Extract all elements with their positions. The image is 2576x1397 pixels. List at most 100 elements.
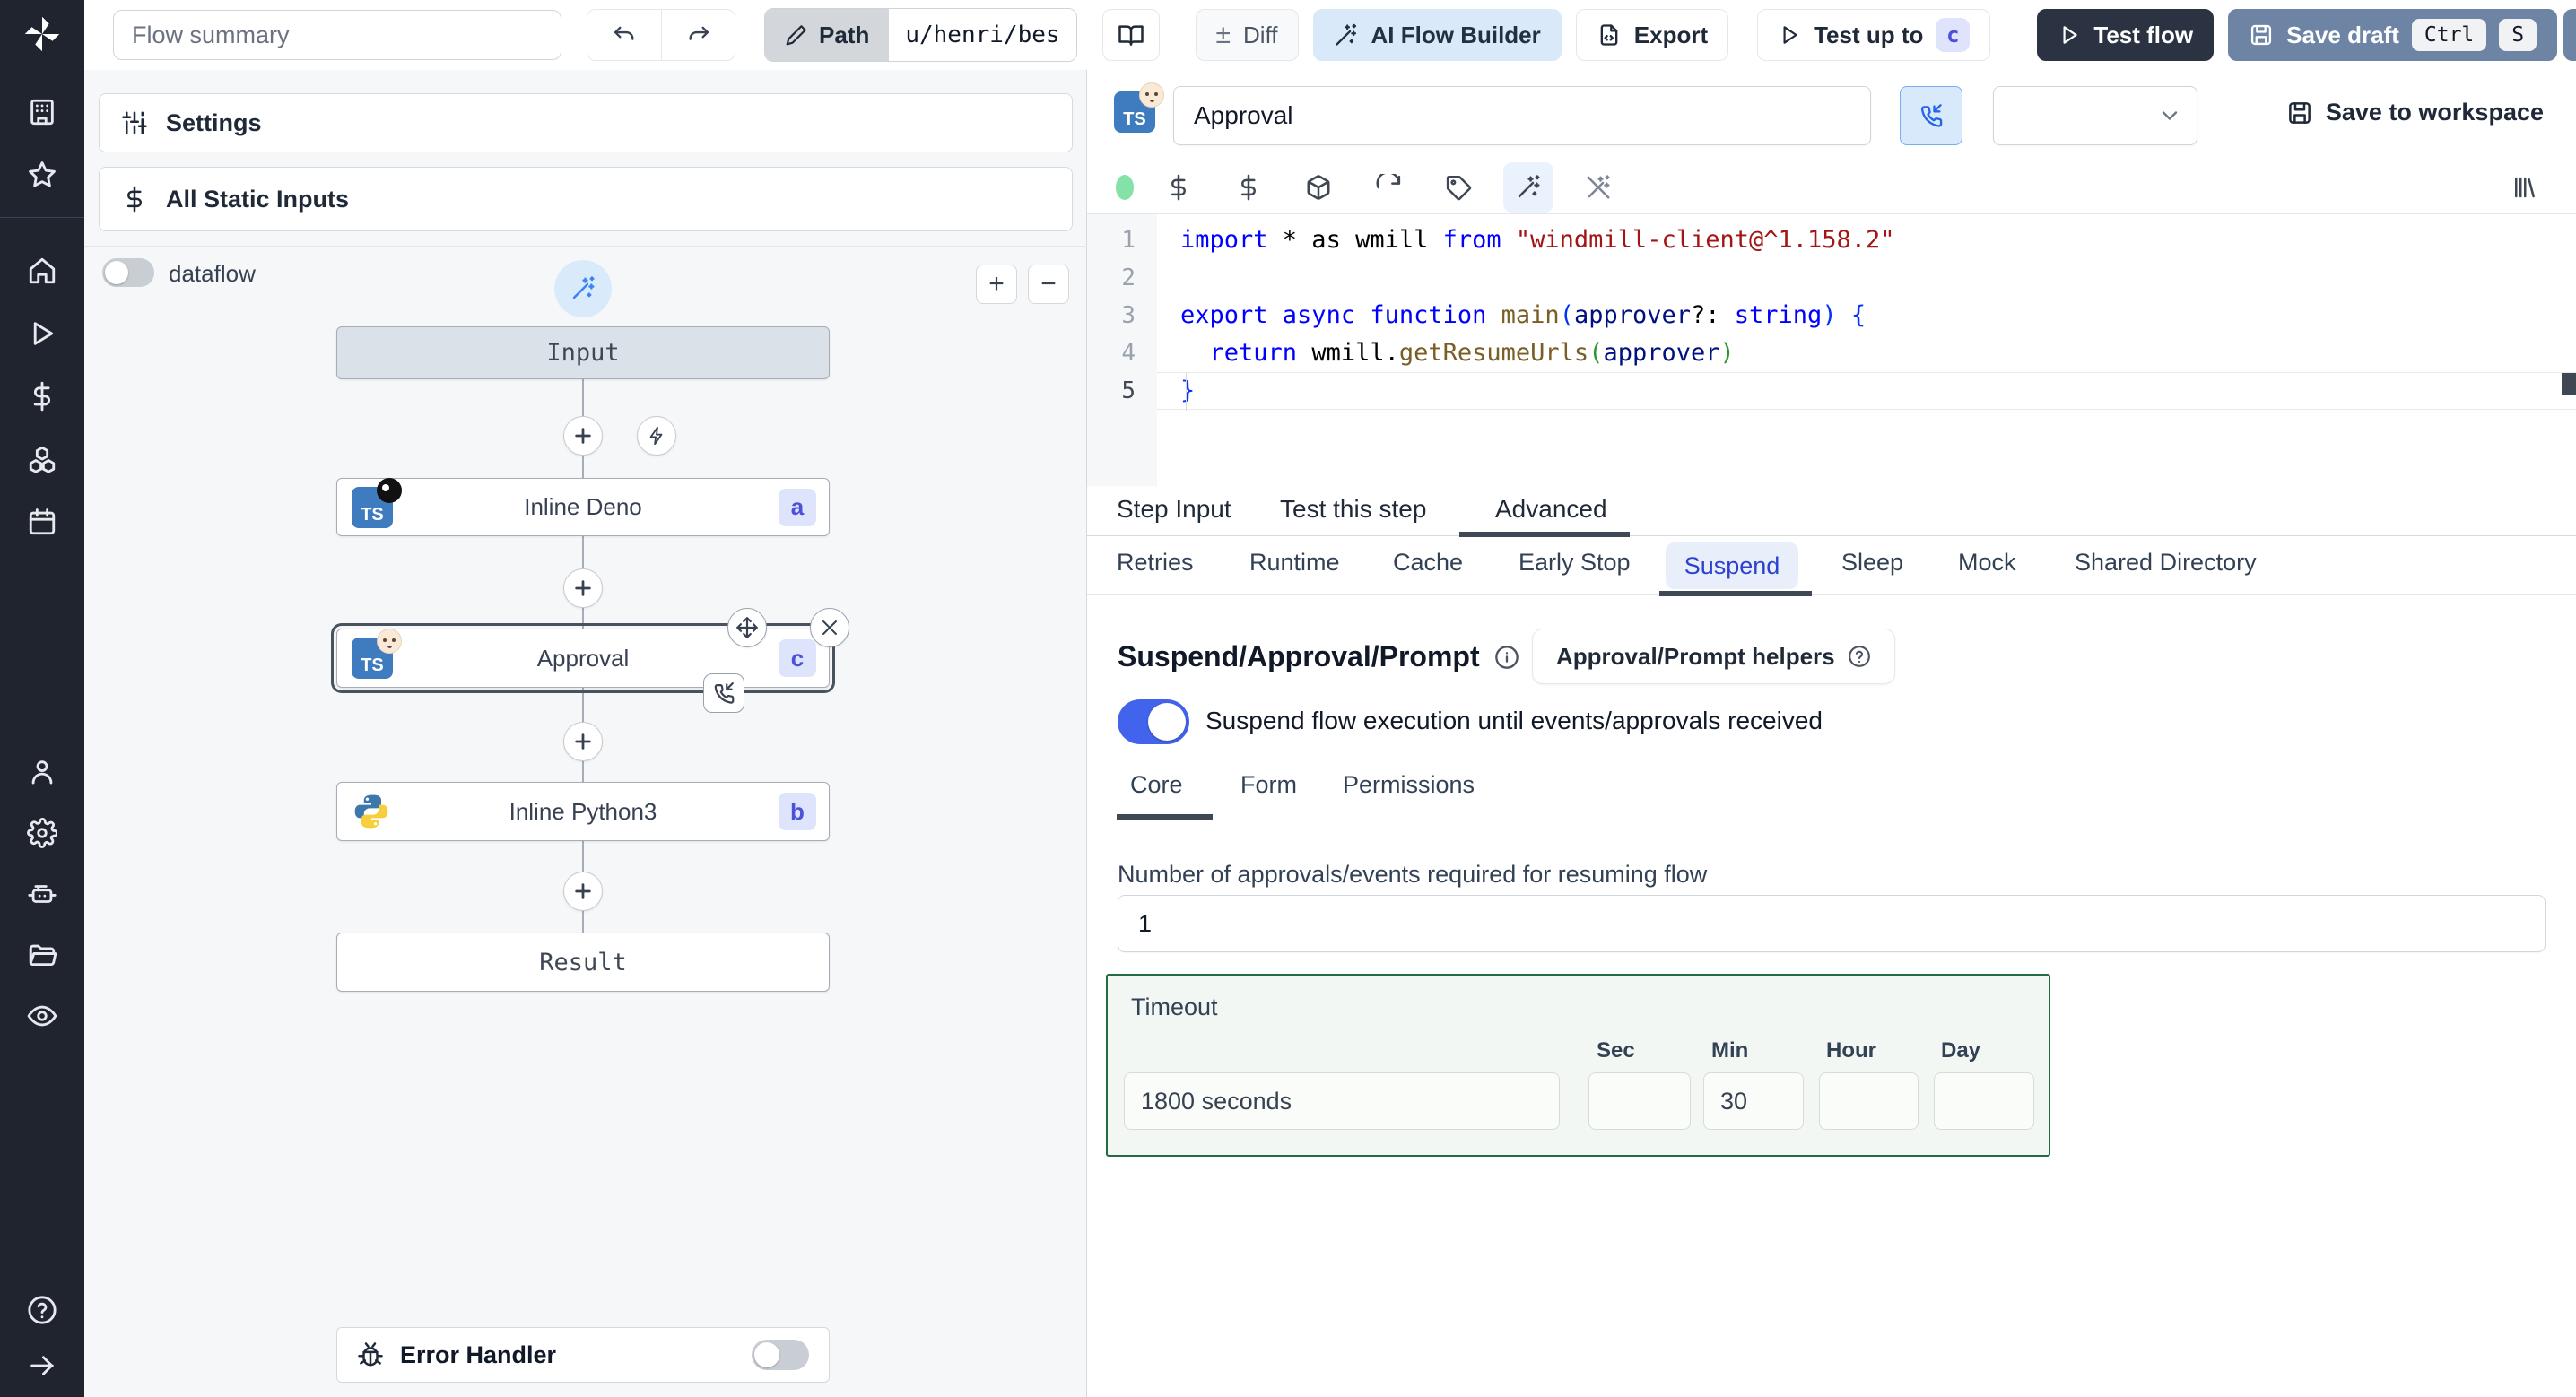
save-draft-button[interactable]: Save draft Ctrl S <box>2228 9 2558 61</box>
graph-zoom-out-button[interactable]: − <box>1028 265 1069 304</box>
flow-node-result[interactable]: Result <box>336 933 830 992</box>
undo-button[interactable] <box>587 10 661 60</box>
tab-retries[interactable]: Retries <box>1117 549 1194 577</box>
approval-prompt-helpers-button[interactable]: Approval/Prompt helpers <box>1532 629 1895 684</box>
tab-cache[interactable]: Cache <box>1393 549 1463 577</box>
phone-incoming-icon <box>714 682 735 704</box>
ai-assistant-wand-button[interactable] <box>554 260 612 317</box>
typescript-badge: TS <box>1114 82 1164 133</box>
timeout-total-input[interactable] <box>1124 1072 1560 1130</box>
flow-node-input[interactable]: Input <box>336 326 830 379</box>
library-button[interactable] <box>2499 162 2549 213</box>
python-icon <box>352 792 391 831</box>
tab-early-stop[interactable]: Early Stop <box>1519 549 1631 577</box>
minus-glyph: − <box>1040 269 1057 299</box>
favorites-star-icon[interactable] <box>27 160 57 190</box>
timeout-hour-input[interactable] <box>1819 1072 1919 1130</box>
schedules-calendar-icon[interactable] <box>27 507 57 537</box>
suspend-toggle[interactable] <box>1118 699 1189 744</box>
tab-advanced[interactable]: Advanced <box>1495 495 1607 524</box>
insert-step-button[interactable] <box>563 722 603 761</box>
tab-test-this-step[interactable]: Test this step <box>1280 495 1426 524</box>
trigger-zap-button[interactable] <box>637 416 676 456</box>
redo-button[interactable] <box>661 10 735 60</box>
resources-dollar-button[interactable] <box>1223 162 1274 213</box>
insert-step-button[interactable] <box>563 568 603 608</box>
approval-phone-badge[interactable] <box>703 673 744 713</box>
package-button[interactable] <box>1293 162 1344 213</box>
flow-node-inline-deno[interactable]: TS Inline Deno a <box>336 477 830 536</box>
export-button[interactable]: Export <box>1575 9 1729 61</box>
audit-eye-icon[interactable] <box>27 1001 57 1031</box>
graph-zoom-in-button[interactable]: + <box>976 265 1017 304</box>
phone-incoming-icon <box>1920 104 1943 127</box>
timeout-sec-input[interactable] <box>1588 1072 1691 1130</box>
tab-suspend[interactable]: Suspend <box>1666 542 1798 589</box>
tab-sleep[interactable]: Sleep <box>1841 549 1903 577</box>
script-select[interactable] <box>1993 86 2197 145</box>
expand-sidebar-arrow-icon[interactable] <box>27 1350 57 1381</box>
tab-runtime[interactable]: Runtime <box>1249 549 1340 577</box>
user-icon[interactable] <box>27 757 57 787</box>
folders-icon[interactable] <box>27 940 57 970</box>
resources-boxes-icon[interactable] <box>27 444 57 474</box>
home-icon[interactable] <box>27 256 57 286</box>
code-editor[interactable]: 12345 import * as wmill from "windmill-c… <box>1087 213 2576 486</box>
phone-approval-button[interactable] <box>1900 86 1962 145</box>
editor-scrollbar[interactable] <box>2562 373 2576 395</box>
tab-core[interactable]: Core <box>1130 771 1183 799</box>
windmill-logo-icon[interactable] <box>22 14 62 54</box>
deploy-button-partial[interactable] <box>2563 9 2576 61</box>
docs-book-button[interactable] <box>1101 9 1160 61</box>
test-flow-button[interactable]: Test flow <box>2037 9 2215 61</box>
step-title-input[interactable] <box>1173 86 1871 145</box>
sidebar-divider <box>0 217 84 218</box>
ai-assistant-off-button[interactable] <box>1573 162 1623 213</box>
variables-dollar-icon[interactable] <box>27 381 57 412</box>
save-icon <box>2251 24 2272 46</box>
workspace-icon[interactable] <box>27 97 57 127</box>
tag-button[interactable] <box>1433 162 1484 213</box>
test-up-to-button[interactable]: Test up to c <box>1757 9 1991 61</box>
insert-step-button[interactable] <box>563 416 603 456</box>
delete-step-button[interactable] <box>810 608 849 647</box>
deno-icon <box>377 477 402 503</box>
flow-node-inline-python3[interactable]: Inline Python3 b <box>336 782 830 841</box>
error-handler-toggle[interactable] <box>752 1340 809 1370</box>
save-icon <box>2289 101 2311 124</box>
node-python-label: Inline Python3 <box>509 797 657 825</box>
approvals-required-input[interactable] <box>1118 895 2546 952</box>
tab-permissions[interactable]: Permissions <box>1343 771 1475 799</box>
diff-button[interactable]: ± Diff <box>1195 9 1299 61</box>
dataflow-toggle[interactable] <box>102 258 154 287</box>
tab-step-input[interactable]: Step Input <box>1117 495 1231 524</box>
workers-robot-icon[interactable] <box>27 879 57 909</box>
ai-assistant-button[interactable] <box>1503 162 1553 213</box>
tab-shared-directory[interactable]: Shared Directory <box>2075 549 2257 577</box>
error-handler-bar[interactable]: Error Handler <box>336 1327 830 1383</box>
save-to-workspace-button[interactable]: Save to workspace <box>2286 99 2544 126</box>
tab-form[interactable]: Form <box>1240 771 1297 799</box>
settings-gear-icon[interactable] <box>27 818 57 848</box>
all-static-inputs-button[interactable]: All Static Inputs <box>99 167 1073 231</box>
plus-minus-icon: ± <box>1215 20 1231 49</box>
tab-mock[interactable]: Mock <box>1958 549 2016 577</box>
reload-button[interactable] <box>1363 162 1414 213</box>
node-result-label: Result <box>539 948 627 976</box>
kbd-ctrl: Ctrl <box>2411 19 2487 51</box>
move-step-button[interactable] <box>727 608 767 647</box>
insert-step-button[interactable] <box>563 872 603 911</box>
flow-summary-input[interactable] <box>113 10 561 60</box>
timeout-day-input[interactable] <box>1934 1072 2034 1130</box>
path-button[interactable]: Path u/henri/bes <box>764 8 1077 62</box>
plus-icon <box>575 580 591 596</box>
flow-settings-button[interactable]: Settings <box>99 93 1073 152</box>
timeout-min-input[interactable] <box>1703 1072 1804 1130</box>
runs-play-icon[interactable] <box>27 318 57 349</box>
wand-icon <box>1335 23 1356 46</box>
help-icon[interactable] <box>27 1295 57 1325</box>
ai-flow-builder-button[interactable]: AI Flow Builder <box>1312 9 1562 61</box>
variables-dollar-button[interactable] <box>1153 162 1204 213</box>
editor-code[interactable]: import * as wmill from "windmill-client@… <box>1157 214 2576 410</box>
info-icon[interactable] <box>1494 645 1519 670</box>
